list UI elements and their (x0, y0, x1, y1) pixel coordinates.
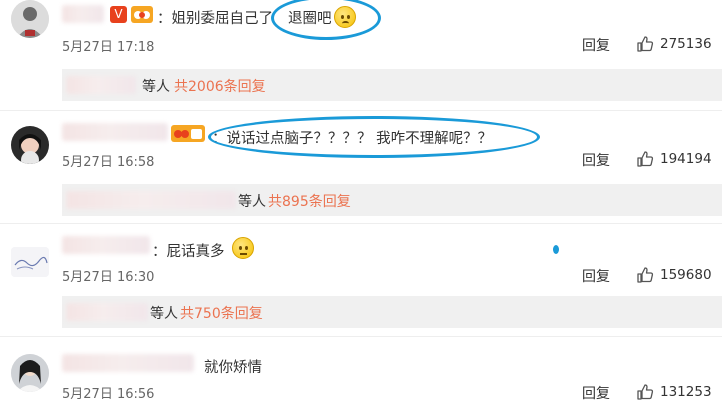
comment-item: ：屁话真多 5月27日 16:30 回复 159680 (0, 233, 722, 293)
thumbs-up-icon[interactable] (636, 150, 654, 168)
vip-badge: V (110, 6, 127, 23)
thumbs-up-icon[interactable] (636, 383, 654, 401)
sub-replies-box[interactable]: 等人 共750条回复 (62, 296, 722, 328)
thumbs-up-icon[interactable] (636, 266, 654, 284)
comment-time: 5月27日 17:18 (62, 40, 155, 55)
divider (0, 336, 722, 337)
like-count: 275136 (660, 36, 712, 52)
username-redacted[interactable] (62, 5, 104, 23)
username-redacted[interactable] (62, 354, 194, 372)
reply-button[interactable]: 回复 (582, 266, 610, 286)
sub-replies-users: 等人 (238, 194, 266, 210)
like-count: 131253 (660, 384, 712, 400)
highlight-circle (271, 0, 381, 40)
comment-time: 5月27日 16:58 (62, 155, 155, 170)
comment-item: ：说话过点脑子？？？？ 我咋不理解呢？？ 5月27日 16:58 回复 1941… (0, 116, 722, 180)
comment-item: V ：姐别委屈自己了 退圈吧 5月27日 17:18 回复 275136 (0, 0, 722, 60)
reply-button[interactable]: 回复 (582, 150, 610, 170)
avatar[interactable] (11, 126, 49, 164)
highlight-circle (208, 116, 540, 158)
like-count: 159680 (660, 267, 712, 283)
divider (0, 110, 722, 111)
sub-replies-users: 等人 (142, 79, 170, 95)
fan-badge (131, 6, 153, 23)
like-count: 194194 (660, 151, 712, 167)
avatar[interactable] (11, 354, 49, 392)
comment-time: 5月27日 16:30 (62, 270, 155, 285)
sub-replies-users: 等人 (150, 306, 178, 322)
thinking-face-icon (232, 237, 254, 259)
fan-badge (171, 125, 205, 142)
sub-username-redacted (66, 76, 136, 94)
sub-replies-box[interactable]: 等人 共2006条回复 (62, 69, 722, 101)
comment-text: ：屁话真多 (152, 244, 225, 260)
annotation-dot (553, 245, 559, 254)
sub-replies-box[interactable]: 等人 共895条回复 (62, 184, 722, 216)
avatar[interactable] (11, 0, 49, 38)
comment-time: 5月27日 16:56 (62, 387, 155, 402)
divider (0, 223, 722, 224)
avatar[interactable] (11, 247, 49, 277)
sub-username-redacted (66, 303, 148, 321)
comment-text: ：姐别委屈自己了 (157, 11, 273, 27)
sub-replies-link[interactable]: 共895条回复 (268, 191, 351, 211)
sub-username-redacted (66, 191, 236, 209)
sub-replies-link[interactable]: 共750条回复 (180, 303, 263, 323)
reply-button[interactable]: 回复 (582, 35, 610, 55)
reply-button[interactable]: 回复 (582, 383, 610, 403)
comment-text: 就你矫情 (204, 360, 262, 376)
username-redacted[interactable] (62, 236, 150, 254)
thumbs-up-icon[interactable] (636, 35, 654, 53)
sub-replies-link[interactable]: 共2006条回复 (174, 76, 266, 96)
username-redacted[interactable] (62, 123, 168, 141)
comment-item: 就你矫情 5月27日 16:56 回复 131253 (0, 346, 722, 411)
